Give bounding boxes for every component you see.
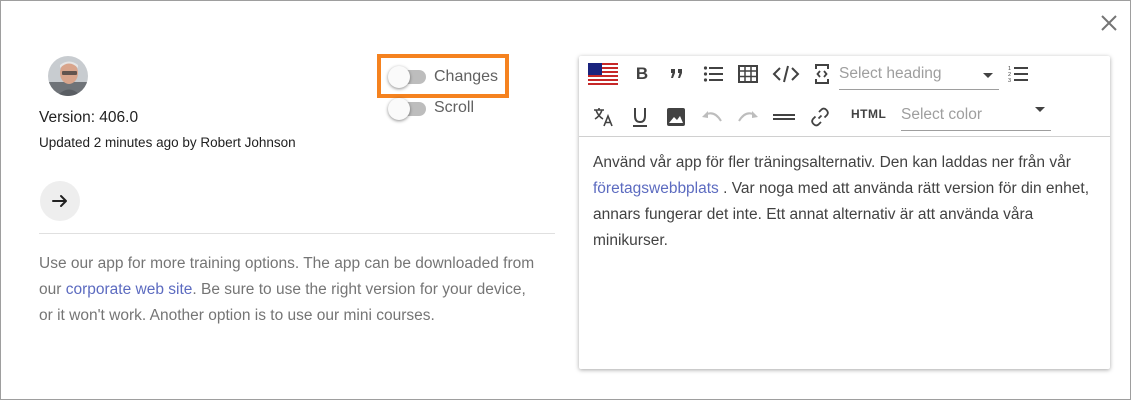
chevron-down-icon (1035, 107, 1045, 112)
undo-button[interactable] (699, 104, 725, 130)
rich-text-editor: B Select heading 1 2 3 HTML Select color… (579, 56, 1110, 369)
redo-icon (738, 111, 758, 122)
underline-icon (633, 108, 647, 127)
bullet-list-icon (703, 66, 723, 82)
item-description: Use our app for more training options. T… (39, 251, 539, 329)
html-button[interactable]: HTML (851, 107, 886, 121)
source-button[interactable] (809, 61, 835, 87)
heading-select-placeholder: Select heading (839, 65, 942, 82)
dialog: Version: 406.0 Updated 2 minutes ago by … (0, 0, 1131, 400)
chevron-down-icon (983, 73, 993, 78)
heading-select[interactable]: Select heading (839, 60, 999, 90)
horizontal-rule-button[interactable] (771, 104, 797, 130)
redo-button[interactable] (735, 104, 761, 130)
link-button[interactable] (807, 104, 833, 130)
quote-icon (671, 69, 682, 78)
table-button[interactable] (735, 61, 761, 87)
updated-info: Updated 2 minutes ago by Robert Johnson (39, 135, 296, 150)
image-icon (667, 108, 685, 126)
scroll-toggle[interactable] (388, 98, 430, 120)
color-select-placeholder: Select color (901, 106, 982, 123)
us-flag-icon (588, 63, 618, 85)
translate-icon (594, 108, 613, 127)
toggle-thumb (388, 66, 410, 88)
close-icon (1101, 15, 1117, 31)
language-button[interactable] (587, 61, 619, 87)
code-button[interactable] (771, 61, 801, 87)
editor-content[interactable]: Använd vår app för fler träningsalternat… (593, 150, 1098, 254)
editor-text: Använd vår app för fler träningsalternat… (593, 154, 1071, 171)
arrow-right-icon (52, 195, 67, 207)
blockquote-button[interactable] (664, 61, 690, 87)
undo-icon (702, 111, 722, 122)
bold-button[interactable]: B (629, 61, 655, 87)
editor-link[interactable]: företagswebbplats (593, 180, 719, 197)
numbered-list-icon: 1 2 3 (1008, 66, 1028, 83)
translate-button[interactable] (591, 104, 617, 130)
image-button[interactable] (663, 104, 689, 130)
bold-icon: B (635, 64, 649, 83)
underline-button[interactable] (627, 104, 653, 130)
scroll-toggle-label: Scroll (434, 99, 475, 116)
next-button[interactable] (40, 181, 80, 221)
version-label: Version: 406.0 (39, 109, 139, 126)
svg-text:3: 3 (1008, 78, 1011, 83)
editor-toolbar: B Select heading 1 2 3 HTML Select color (579, 56, 1110, 137)
code-icon (772, 65, 800, 83)
changes-toggle-label: Changes (434, 68, 499, 85)
divider (39, 233, 555, 234)
toggle-thumb (388, 98, 410, 120)
horizontal-rule-icon (773, 114, 795, 120)
numbered-list-button[interactable]: 1 2 3 (1005, 61, 1031, 87)
avatar (48, 56, 88, 96)
source-icon (815, 64, 829, 84)
link-icon (811, 107, 829, 127)
corporate-site-link[interactable]: corporate web site (66, 281, 193, 298)
changes-toggle[interactable] (388, 66, 430, 88)
table-icon (738, 65, 758, 83)
close-button[interactable] (1097, 11, 1121, 35)
color-select[interactable]: Select color (901, 101, 1051, 131)
bullet-list-button[interactable] (700, 61, 726, 87)
